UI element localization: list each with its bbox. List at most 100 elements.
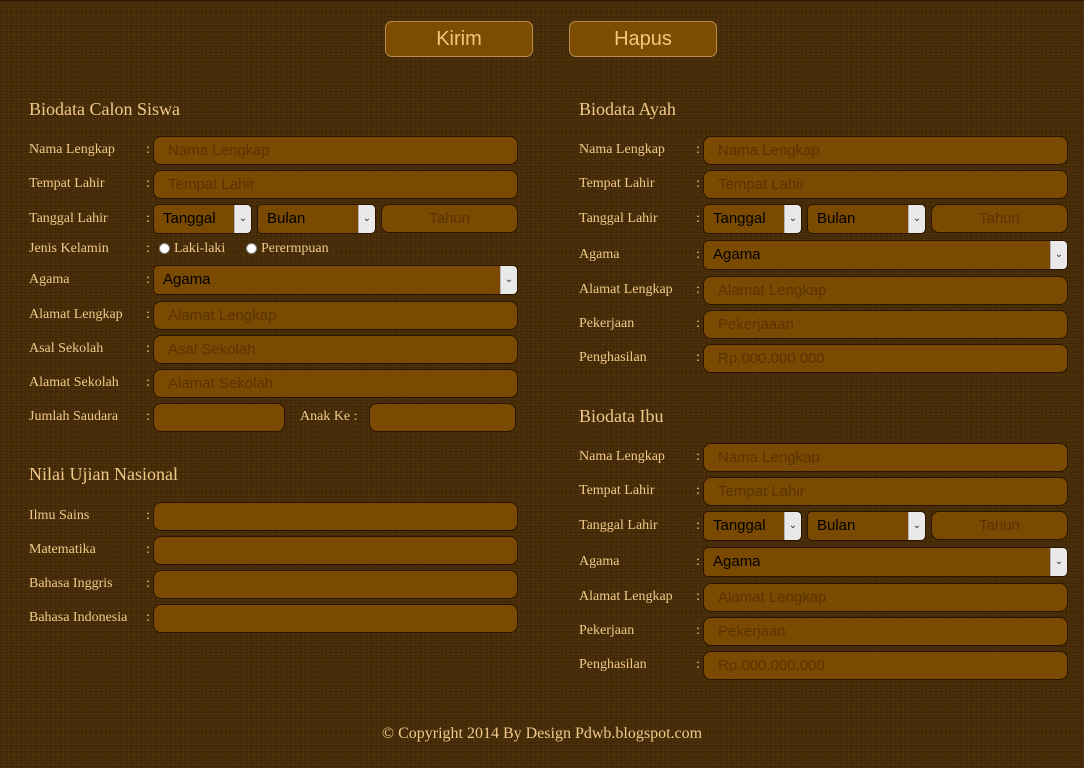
ibu-alamat-label: Alamat Lengkap: [579, 589, 673, 604]
ibu-nama-input[interactable]: Nama Lengkap: [703, 443, 1068, 472]
chevron-down-icon: ⌄: [908, 512, 925, 540]
siswa-section-title: Biodata Calon Siswa: [29, 99, 180, 119]
ibu-agama-select[interactable]: Agama ⌄: [703, 547, 1068, 577]
ayah-alamat-label: Alamat Lengkap: [579, 282, 673, 297]
siswa-saudara-input[interactable]: [153, 403, 285, 432]
colon: :: [146, 142, 150, 157]
ayah-tempat-label: Tempat Lahir: [579, 176, 655, 191]
colon: :: [146, 176, 150, 191]
ibu-bulan-select[interactable]: Bulan ⌄: [807, 511, 926, 541]
radio-female-label: Perermpuan: [261, 241, 329, 256]
ayah-penghasilan-input[interactable]: Rp.000.000.000: [703, 344, 1068, 373]
chevron-down-icon: ⌄: [1050, 241, 1067, 269]
ayah-nama-input[interactable]: Nama Lengkap: [703, 136, 1068, 165]
radio-female[interactable]: [246, 243, 257, 254]
colon: :: [696, 176, 700, 191]
ayah-section-title: Biodata Ayah: [579, 99, 676, 119]
ayah-tanggal-select[interactable]: Tanggal ⌄: [703, 204, 802, 234]
ibu-tempat-label: Tempat Lahir: [579, 483, 655, 498]
submit-button[interactable]: Kirim: [385, 21, 533, 57]
nilai-inggris-input[interactable]: [153, 570, 518, 599]
ibu-penghasilan-label: Penghasilan: [579, 657, 647, 672]
nilai-inggris-label: Bahasa Inggris: [29, 576, 113, 591]
ibu-pekerjaan-label: Pekerjaan: [579, 623, 635, 638]
colon: :: [696, 657, 700, 672]
siswa-agama-select[interactable]: Agama ⌄: [153, 265, 518, 295]
top-border: [0, 0, 1084, 1]
anak-ke-input[interactable]: [369, 403, 516, 432]
radio-male[interactable]: [159, 243, 170, 254]
ayah-tahun-input[interactable]: Tahun: [931, 204, 1068, 233]
siswa-saudara-label: Jumlah Saudara: [29, 409, 119, 424]
siswa-tanggal-value: Tanggal: [163, 210, 216, 227]
ibu-agama-label: Agama: [579, 554, 620, 569]
ibu-section-title: Biodata Ibu: [579, 406, 664, 426]
siswa-tanggal-label: Tanggal Lahir: [29, 211, 108, 226]
colon: :: [696, 282, 700, 297]
siswa-asal-label: Asal Sekolah: [29, 341, 104, 356]
colon: :: [696, 142, 700, 157]
siswa-bulan-value: Bulan: [267, 210, 306, 227]
siswa-bulan-select[interactable]: Bulan ⌄: [257, 204, 376, 234]
ibu-agama-value: Agama: [713, 553, 761, 570]
colon: :: [696, 350, 700, 365]
siswa-alamat-sekolah-input[interactable]: Alamat Sekolah: [153, 369, 518, 398]
siswa-alamat-label: Alamat Lengkap: [29, 307, 123, 322]
chevron-down-icon: ⌄: [908, 205, 925, 233]
ibu-tanggal-select[interactable]: Tanggal ⌄: [703, 511, 802, 541]
colon: :: [696, 211, 700, 226]
colon: :: [696, 518, 700, 533]
colon: :: [146, 508, 150, 523]
siswa-tempat-input[interactable]: Tempat Lahir: [153, 170, 518, 199]
siswa-asal-input[interactable]: Asal Sekolah: [153, 335, 518, 364]
nilai-mtk-label: Matematika: [29, 542, 96, 557]
colon: :: [146, 272, 150, 287]
nilai-mtk-input[interactable]: [153, 536, 518, 565]
colon: :: [696, 623, 700, 638]
chevron-down-icon: ⌄: [500, 266, 517, 294]
siswa-agama-value: Agama: [163, 271, 211, 288]
ibu-alamat-input[interactable]: Alamat Lengkap: [703, 583, 1068, 612]
colon: :: [146, 542, 150, 557]
colon: :: [696, 483, 700, 498]
ayah-pekerjaan-label: Pekerjaan: [579, 316, 635, 331]
ibu-tempat-input[interactable]: Tempat Lahir: [703, 477, 1068, 506]
ayah-pekerjaan-input[interactable]: Pekerjaaan: [703, 310, 1068, 339]
nilai-section-title: Nilai Ujian Nasional: [29, 464, 178, 484]
ayah-agama-select[interactable]: Agama ⌄: [703, 240, 1068, 270]
footer-copyright: © Copyright 2014 By Design Pdwb.blogspot…: [381, 725, 703, 742]
ayah-nama-label: Nama Lengkap: [579, 142, 665, 157]
ibu-tahun-input[interactable]: Tahun: [931, 511, 1068, 540]
ayah-tanggal-value: Tanggal: [713, 210, 766, 227]
chevron-down-icon: ⌄: [1050, 548, 1067, 576]
nilai-sains-input[interactable]: [153, 502, 518, 531]
colon: :: [146, 375, 150, 390]
ibu-pekerjaan-input[interactable]: Pekerjaan: [703, 617, 1068, 646]
siswa-alamat-input[interactable]: Alamat Lengkap: [153, 301, 518, 330]
colon: :: [146, 576, 150, 591]
siswa-tahun-input[interactable]: Tahun: [381, 204, 518, 233]
ayah-bulan-select[interactable]: Bulan ⌄: [807, 204, 926, 234]
chevron-down-icon: ⌄: [784, 512, 801, 540]
colon: :: [146, 341, 150, 356]
ayah-alamat-input[interactable]: Alamat Lengkap: [703, 276, 1068, 305]
ibu-bulan-value: Bulan: [817, 517, 856, 534]
siswa-tanggal-select[interactable]: Tanggal ⌄: [153, 204, 252, 234]
chevron-down-icon: ⌄: [784, 205, 801, 233]
ayah-tempat-input[interactable]: Tempat Lahir: [703, 170, 1068, 199]
nilai-indo-input[interactable]: [153, 604, 518, 633]
siswa-nama-input[interactable]: Nama Lengkap: [153, 136, 518, 165]
radio-male-label: Laki-laki: [174, 241, 226, 256]
chevron-down-icon: ⌄: [358, 205, 375, 233]
siswa-tempat-label: Tempat Lahir: [29, 176, 105, 191]
ibu-penghasilan-input[interactable]: Rp.000.000.000: [703, 651, 1068, 680]
ayah-agama-value: Agama: [713, 246, 761, 263]
ibu-tanggal-label: Tanggal Lahir: [579, 518, 658, 533]
reset-button[interactable]: Hapus: [569, 21, 717, 57]
ayah-penghasilan-label: Penghasilan: [579, 350, 647, 365]
colon: :: [146, 307, 150, 322]
anak-ke-label: Anak Ke :: [300, 409, 358, 424]
nilai-sains-label: Ilmu Sains: [29, 508, 90, 523]
colon: :: [696, 589, 700, 604]
siswa-nama-label: Nama Lengkap: [29, 142, 115, 157]
